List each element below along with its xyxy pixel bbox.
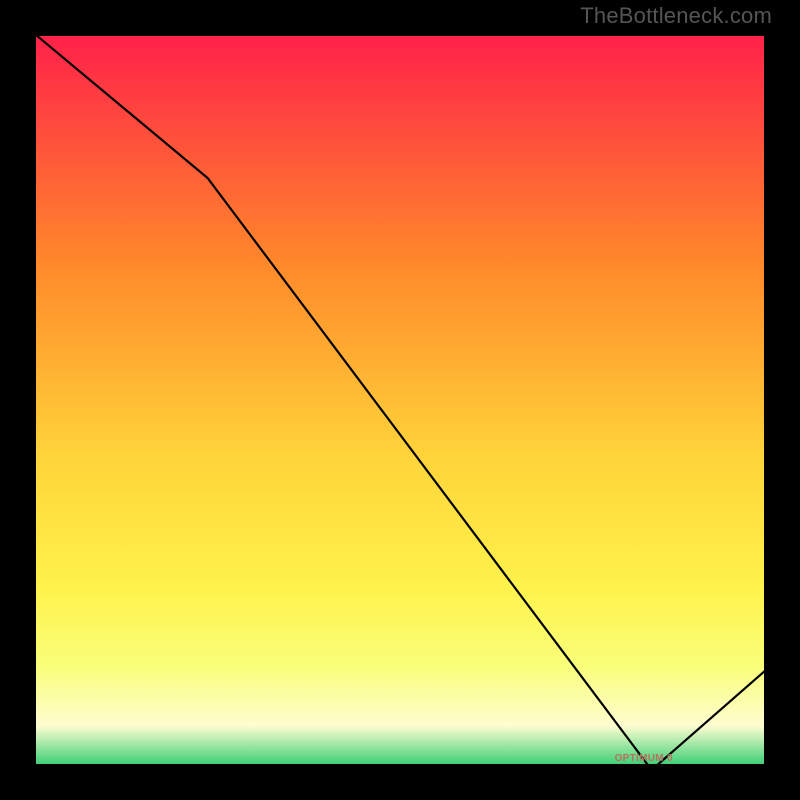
- data-line: [30, 30, 770, 770]
- plot-area: OPTIMUM 0: [30, 30, 770, 770]
- chart-frame: TheBottleneck.com OPTIMUM 0: [0, 0, 800, 800]
- optimum-annotation: OPTIMUM 0: [615, 753, 673, 764]
- watermark-text: TheBottleneck.com: [580, 3, 772, 29]
